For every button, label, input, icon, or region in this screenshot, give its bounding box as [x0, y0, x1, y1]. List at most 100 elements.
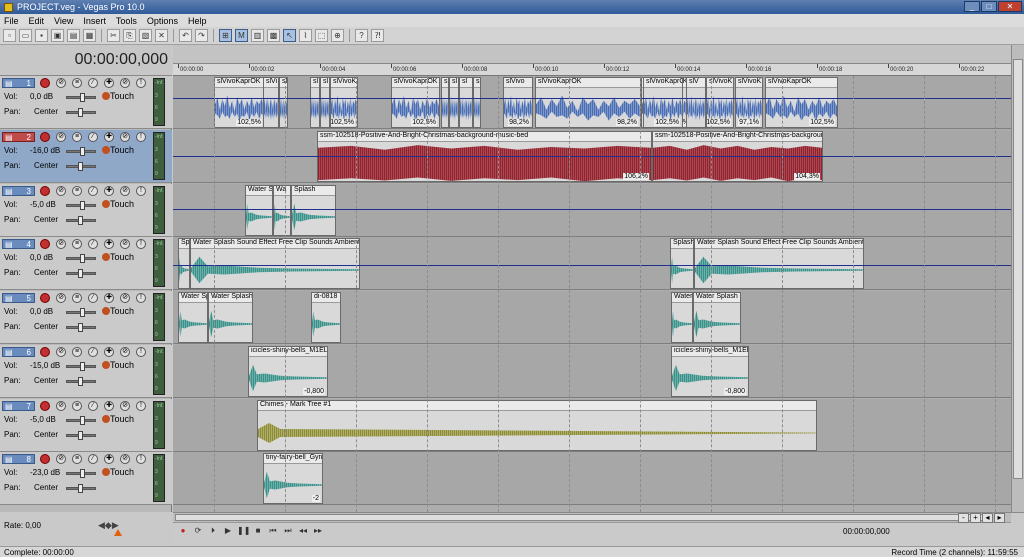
help-icon[interactable]: ? [355, 29, 368, 42]
track-number[interactable]: ▤ 1 [2, 78, 35, 88]
automation-mode[interactable]: Touch [110, 91, 134, 101]
solo-icon[interactable]: ! [136, 454, 146, 464]
volume-slider-knob[interactable] [80, 254, 85, 263]
audio-event[interactable]: Water Splash Sound Effect Free Clip Soun… [190, 238, 360, 289]
audio-event[interactable]: sl [320, 77, 330, 128]
zoom-out-button[interactable]: - [958, 513, 969, 523]
audio-event[interactable]: Chimes - Mark Tree #1 [257, 400, 817, 451]
track-number[interactable]: ▤ 2 [2, 132, 35, 142]
invert-phase-icon[interactable]: ⊘ [56, 132, 66, 142]
auto-ripple-icon[interactable]: M [235, 29, 248, 42]
track-header[interactable]: ▤ 5 ⊘ ≡ ⁄ ✚ ⊘! Vol: 0,0 dB Pan: Center Touch -Inf. 3 6… [0, 291, 172, 344]
solo-icon[interactable]: ! [136, 78, 146, 88]
track-header[interactable]: ▤ 7 ⊘ ≡ ⁄ ✚ ⊘! Vol: -5,0 dB Pan: Center Touch -Inf. 3… [0, 399, 172, 452]
redo-icon[interactable]: ↷ [195, 29, 208, 42]
pan-slider-knob[interactable] [78, 216, 83, 225]
mute-icon[interactable]: ⊘ [120, 186, 130, 196]
solo-icon[interactable]: ! [136, 186, 146, 196]
invert-phase-icon[interactable]: ⊘ [56, 347, 66, 357]
zoom-in-button[interactable]: + [970, 513, 981, 523]
solo-icon[interactable]: ! [136, 347, 146, 357]
track-fx-icon[interactable]: ≡ [72, 401, 82, 411]
invert-phase-icon[interactable]: ⊘ [56, 186, 66, 196]
loop-playback-icon[interactable]: ⟳ [192, 525, 204, 537]
audio-event[interactable]: slVivoKaprOK 102,5% [765, 77, 838, 128]
vertical-scroll-thumb[interactable] [1013, 59, 1023, 479]
audio-event[interactable]: slVi [263, 77, 279, 128]
scroll-left-button[interactable]: ◂ [982, 513, 993, 523]
automation-icon[interactable]: ⁄ [88, 454, 98, 464]
pan-slider-knob[interactable] [78, 484, 83, 493]
ignore-grouping-icon[interactable]: ▩ [267, 29, 280, 42]
track-fx-icon[interactable]: ≡ [72, 132, 82, 142]
mute-icon[interactable]: ⊘ [120, 293, 130, 303]
mute-icon[interactable]: ⊘ [120, 239, 130, 249]
audio-event[interactable]: slVivoKaprOK 98,2% [535, 77, 641, 128]
track-fx-icon[interactable]: ≡ [72, 186, 82, 196]
automation-mode-icon[interactable] [102, 468, 110, 476]
volume-slider-knob[interactable] [80, 362, 85, 371]
solo-icon[interactable]: ! [136, 401, 146, 411]
invert-phase-icon[interactable]: ⊘ [56, 293, 66, 303]
audio-event[interactable]: sl [310, 77, 320, 128]
automation-mode-icon[interactable] [102, 415, 110, 423]
audio-event[interactable]: slVivo 98,2% [503, 77, 533, 128]
copy-icon[interactable]: ⎘ [123, 29, 136, 42]
audio-event[interactable]: Splash [670, 238, 694, 289]
automation-mode[interactable]: Touch [110, 252, 134, 262]
automation-mode[interactable]: Touch [110, 199, 134, 209]
volume-slider-knob[interactable] [80, 469, 85, 478]
automation-icon[interactable]: ⁄ [88, 239, 98, 249]
automation-icon[interactable]: ⁄ [88, 293, 98, 303]
arm-record-icon[interactable] [40, 78, 50, 88]
volume-slider-knob[interactable] [80, 93, 85, 102]
envelope-edit-tool-icon[interactable]: ⌇ [299, 29, 312, 42]
volume-envelope-line[interactable] [173, 156, 1011, 157]
menu-options[interactable]: Options [147, 16, 178, 26]
arm-record-icon[interactable] [40, 293, 50, 303]
paste-icon[interactable]: ▧ [139, 29, 152, 42]
save-icon[interactable]: ▪ [35, 29, 48, 42]
solo-icon[interactable]: ! [136, 132, 146, 142]
pan-slider-knob[interactable] [78, 162, 83, 171]
audio-event[interactable]: slVivoKaprOK 102,5% [214, 77, 265, 128]
pan-slider-knob[interactable] [78, 377, 83, 386]
audio-event[interactable]: slVivoKaprO 102,5% [643, 77, 683, 128]
track-header[interactable]: ▤ 6 ⊘ ≡ ⁄ ✚ ⊘! Vol: -15,0 dB Pan: Center Touch -Inf.… [0, 345, 172, 398]
audio-event[interactable]: sl [459, 77, 473, 128]
automation-mode[interactable]: Touch [110, 414, 134, 424]
audio-event[interactable]: Splash [291, 185, 336, 236]
next-frame-icon[interactable]: ▸▸ [312, 525, 324, 537]
menu-view[interactable]: View [54, 16, 73, 26]
track-io-icon[interactable]: ✚ [104, 239, 114, 249]
pan-slider-knob[interactable] [78, 108, 83, 117]
audio-event[interactable]: icicles-shiny-bells_M1EL5 -0,800 [248, 346, 328, 397]
invert-phase-icon[interactable]: ⊘ [56, 454, 66, 464]
render-icon[interactable]: ▤ [67, 29, 80, 42]
volume-slider-knob[interactable] [80, 201, 85, 210]
track-io-icon[interactable]: ✚ [104, 401, 114, 411]
audio-event[interactable]: slVivoK 102,5% [330, 77, 358, 128]
track-io-icon[interactable]: ✚ [104, 454, 114, 464]
automation-icon[interactable]: ⁄ [88, 186, 98, 196]
previous-frame-icon[interactable]: ◂◂ [297, 525, 309, 537]
minimize-button[interactable]: _ [964, 1, 980, 12]
arm-record-icon[interactable] [40, 454, 50, 464]
properties-icon[interactable]: ▦ [83, 29, 96, 42]
audio-event[interactable]: slVivoKaprOK 102,5% [391, 77, 440, 128]
audio-event[interactable]: slVivoK 97,1% [735, 77, 763, 128]
timeline[interactable]: 00:00:00 00:00:02 00:00:04 00:00:06 00:00:08… [173, 45, 1011, 512]
audio-event[interactable]: s [441, 77, 449, 128]
automation-icon[interactable]: ⁄ [88, 347, 98, 357]
automation-mode[interactable]: Touch [110, 360, 134, 370]
track-io-icon[interactable]: ✚ [104, 347, 114, 357]
audio-event[interactable]: Water S [245, 185, 273, 236]
arm-record-icon[interactable] [40, 186, 50, 196]
audio-event[interactable]: di-0818 [311, 292, 341, 343]
track-number[interactable]: ▤ 5 [2, 293, 35, 303]
close-button[interactable]: ✕ [998, 1, 1022, 12]
maximize-button[interactable]: □ [981, 1, 997, 12]
automation-mode-icon[interactable] [102, 253, 110, 261]
arm-record-icon[interactable] [40, 239, 50, 249]
track-header[interactable]: ▤ 1 ⊘ ≡ ⁄ ✚ ⊘! Vol: 0,0 dB Pan: Center Touch -Inf. 3 6… [0, 76, 172, 129]
